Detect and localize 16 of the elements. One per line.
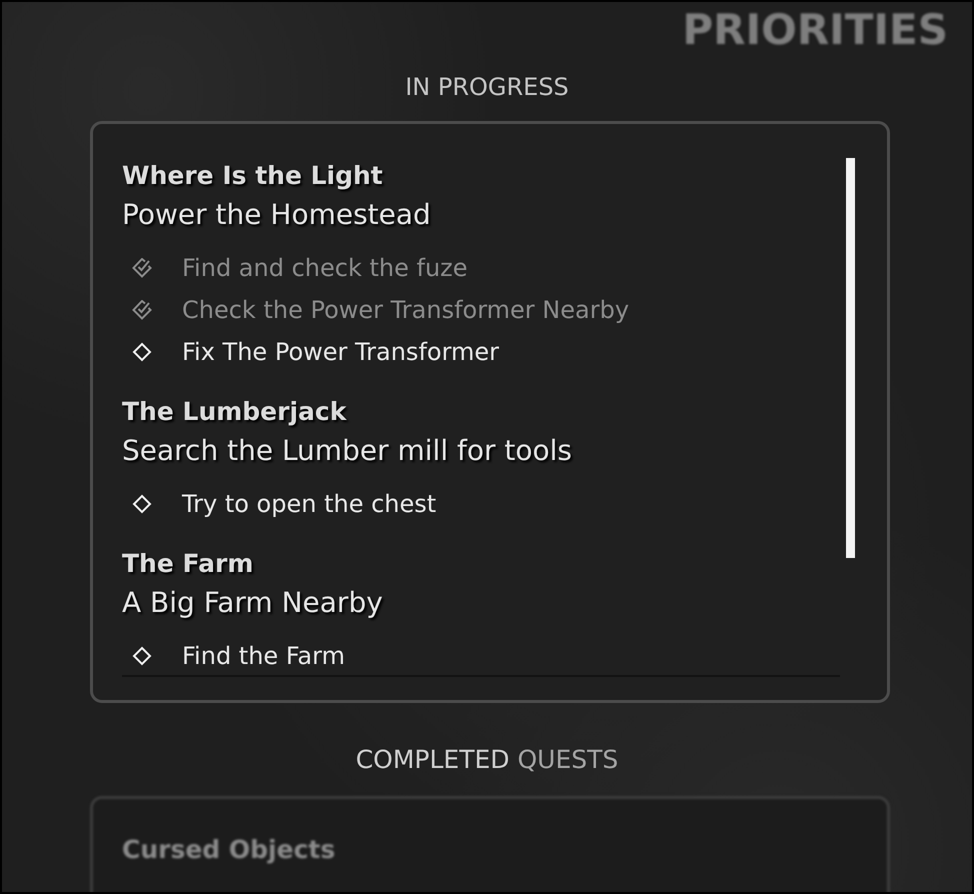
quest-subtitle: Search the Lumber mill for tools <box>122 433 572 469</box>
section-heading: COMPLETED QUESTS <box>356 745 618 775</box>
section-heading: IN PROGRESS <box>405 72 569 102</box>
quest-title: Where Is the Light <box>122 160 383 192</box>
quest-subtitle: A Big Farm Nearby <box>122 585 383 621</box>
objective-text: Check the Power Transformer Nearby <box>182 295 630 325</box>
quest-title: The Farm <box>122 548 254 580</box>
priorities-title: PRIORITIES <box>682 6 948 54</box>
objective-text: Find the Farm <box>182 641 345 671</box>
objective-text: Try to open the chest <box>182 489 436 519</box>
scrollbar-thumb[interactable] <box>846 158 855 558</box>
objective-text: Fix The Power Transformer <box>182 337 500 367</box>
quest-title: Cursed Objects <box>122 834 336 866</box>
quest-subtitle: Power the Homestead <box>122 197 431 233</box>
objective-text: Find and check the fuze <box>182 253 468 283</box>
quest-title: The Lumberjack <box>122 396 346 428</box>
